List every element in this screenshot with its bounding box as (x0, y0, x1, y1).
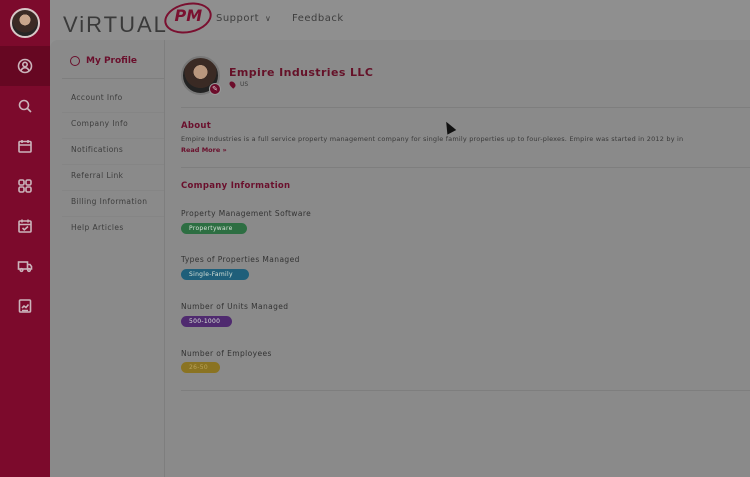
section-divider (181, 167, 750, 168)
subnav-divider (62, 164, 164, 165)
map-pin-icon (228, 80, 237, 89)
report-icon (18, 299, 32, 313)
subnav-divider (62, 112, 164, 113)
subnav-item-billing-information[interactable]: Billing Information (71, 197, 147, 206)
subnav-item-company-info[interactable]: Company Info (71, 119, 128, 128)
nav-search[interactable] (0, 86, 50, 126)
feedback-link[interactable]: Feedback (292, 13, 344, 24)
field-label-employees: Number of Employees (181, 349, 272, 358)
about-title: About (181, 121, 212, 131)
subnav-item-help-articles[interactable]: Help Articles (71, 223, 124, 232)
nav-calendar[interactable] (0, 126, 50, 166)
edit-avatar-icon[interactable]: ✎ (209, 83, 221, 95)
logo-pm-mark: PM (161, 0, 215, 38)
left-rail (0, 0, 50, 477)
read-more-link[interactable]: Read More » (181, 146, 227, 154)
grid-icon (18, 179, 32, 193)
pm-software-tag: Propertyware (181, 223, 247, 234)
field-label-property-types: Types of Properties Managed (181, 255, 300, 264)
subnav-divider (62, 138, 164, 139)
support-menu[interactable]: Support ∨ (216, 13, 271, 24)
calendar-icon (18, 140, 32, 153)
field-label-pm-software: Property Management Software (181, 209, 312, 218)
company-information-title: Company Information (181, 181, 291, 191)
subnav-divider (62, 190, 164, 191)
subnav-item-account-info[interactable]: Account Info (71, 93, 123, 102)
calendar-check-icon (18, 219, 32, 233)
user-circle-icon (70, 56, 80, 66)
logo-text: ViRTUAL (63, 12, 168, 37)
subnav-divider (62, 216, 164, 217)
main-panel: My Profile Account Info Company Info Not… (50, 40, 750, 477)
nav-schedule[interactable] (0, 206, 50, 246)
company-location: US (228, 80, 249, 89)
top-bar: ViRTUAL PM Support ∨ Feedback (50, 0, 750, 40)
support-label: Support (216, 13, 260, 24)
profile-subnav: My Profile Account Info Company Info Not… (50, 40, 165, 477)
my-profile-header[interactable]: My Profile (70, 56, 137, 66)
about-text: Empire Industries is a full service prop… (181, 135, 684, 143)
truck-icon (17, 261, 33, 273)
property-type-tag: Single-Family (181, 269, 249, 280)
logo-suffix: PM (174, 5, 203, 25)
user-circle-icon (17, 58, 33, 74)
field-label-units-managed: Number of Units Managed (181, 302, 289, 311)
company-name: Empire Industries LLC (229, 66, 374, 79)
user-avatar-container[interactable] (0, 0, 50, 46)
my-profile-label: My Profile (86, 56, 138, 66)
nav-vendors[interactable] (0, 246, 50, 286)
nav-grid[interactable] (0, 166, 50, 206)
subnav-item-referral-link[interactable]: Referral Link (71, 171, 123, 180)
chevron-down-icon: ∨ (265, 14, 272, 23)
search-icon (18, 99, 32, 113)
subnav-item-notifications[interactable]: Notifications (71, 145, 123, 154)
units-managed-tag: 500-1000 (181, 316, 232, 327)
nav-profile[interactable] (0, 46, 50, 86)
profile-content: ✎ Empire Industries LLC US About Empire … (181, 40, 750, 477)
user-avatar[interactable] (10, 8, 40, 38)
subnav-divider (62, 78, 164, 79)
section-divider (181, 390, 750, 391)
section-divider (181, 107, 750, 108)
nav-reports[interactable] (0, 286, 50, 326)
location-text: US (240, 81, 249, 88)
employees-tag: 26-50 (181, 362, 220, 373)
